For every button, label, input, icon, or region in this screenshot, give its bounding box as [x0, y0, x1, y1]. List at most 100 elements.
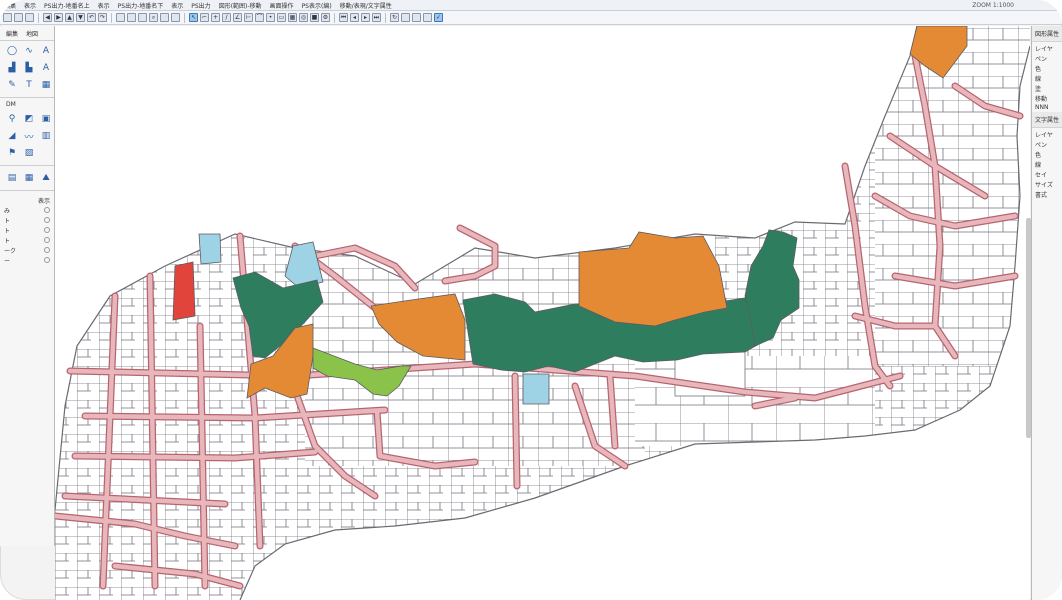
- window-icon[interactable]: ▣: [39, 112, 53, 126]
- property-row[interactable]: ペン: [1032, 138, 1062, 148]
- table-icon[interactable]: ▦: [22, 171, 36, 185]
- visibility-icon[interactable]: [44, 247, 50, 253]
- cut-icon[interactable]: [138, 13, 147, 22]
- measure-tool-icon[interactable]: ⊢: [244, 13, 253, 22]
- layer-row[interactable]: ト: [4, 235, 50, 245]
- pin-icon[interactable]: ⚲: [5, 112, 19, 126]
- undo-icon[interactable]: ↶: [87, 13, 96, 22]
- redo-icon[interactable]: ↷: [98, 13, 107, 22]
- arrow-left-icon[interactable]: ◀: [43, 13, 52, 22]
- text-a-icon[interactable]: A: [39, 61, 53, 75]
- save-icon[interactable]: [25, 13, 34, 22]
- curve-icon[interactable]: ∿: [22, 44, 36, 58]
- visibility-icon[interactable]: [44, 207, 50, 213]
- open-file-icon[interactable]: [14, 13, 23, 22]
- vertical-scrollbar[interactable]: [1026, 218, 1031, 438]
- visibility-icon[interactable]: [44, 227, 50, 233]
- curve-tool-icon[interactable]: ⌒: [255, 13, 264, 22]
- property-row[interactable]: 色: [1032, 148, 1062, 158]
- visibility-icon[interactable]: [44, 237, 50, 243]
- menu-item-7[interactable]: 図形(範囲)-移動: [215, 1, 266, 10]
- arrow-up-icon[interactable]: ▲: [65, 13, 74, 22]
- crosshair-icon[interactable]: +: [211, 13, 220, 22]
- cadastral-map[interactable]: [51, 25, 1031, 600]
- grid2-icon[interactable]: ▤: [5, 171, 19, 185]
- layer-row[interactable]: ト: [4, 215, 50, 225]
- tab-edit[interactable]: 編集: [6, 29, 18, 38]
- map-canvas[interactable]: [51, 25, 1031, 600]
- print-icon[interactable]: [171, 13, 180, 22]
- menu-item-8[interactable]: 画面操作: [266, 1, 298, 10]
- property-row[interactable]: 移動: [1032, 92, 1062, 102]
- text-tool-icon[interactable]: T: [22, 78, 36, 92]
- parcel-red[interactable]: [172, 261, 196, 321]
- property-row[interactable]: 塗: [1032, 82, 1062, 92]
- property-row[interactable]: 書式: [1032, 188, 1062, 198]
- property-row[interactable]: 線: [1032, 72, 1062, 82]
- property-row[interactable]: セイ: [1032, 168, 1062, 178]
- parcel-blue[interactable]: [198, 233, 222, 265]
- layer-row[interactable]: ー: [4, 255, 50, 265]
- layer-tool-icon[interactable]: ■: [310, 13, 319, 22]
- property-row[interactable]: NNN: [1032, 102, 1062, 112]
- layer-row[interactable]: み: [4, 205, 50, 215]
- menu-item-3[interactable]: 表示: [94, 1, 114, 10]
- check-icon[interactable]: ✓: [434, 13, 443, 22]
- table-tool-icon[interactable]: ▦: [288, 13, 297, 22]
- wave-icon[interactable]: 〰: [22, 129, 36, 143]
- map-icon[interactable]: [401, 13, 410, 22]
- property-row[interactable]: 線: [1032, 158, 1062, 168]
- zoom-icon[interactable]: ⌕: [149, 13, 158, 22]
- next-page-icon[interactable]: ▸: [361, 13, 370, 22]
- monitor-icon[interactable]: [412, 13, 421, 22]
- node-tool-icon[interactable]: •: [266, 13, 275, 22]
- property-row[interactable]: レイヤ: [1032, 42, 1062, 52]
- property-row[interactable]: サイズ: [1032, 178, 1062, 188]
- layer-row[interactable]: ト: [4, 225, 50, 235]
- first-page-icon[interactable]: ⏮: [339, 13, 348, 22]
- menu-item-9[interactable]: PS表示(編): [298, 1, 336, 10]
- polyline-tool-icon[interactable]: ∠: [233, 13, 242, 22]
- stairs-icon[interactable]: ▙: [22, 61, 36, 75]
- parcel-blue[interactable]: [522, 373, 550, 405]
- arrow-down-icon[interactable]: ▼: [76, 13, 85, 22]
- visibility-icon[interactable]: [44, 217, 50, 223]
- menu-item-2[interactable]: PS出力-地番名上: [40, 1, 94, 10]
- rect-tool-icon[interactable]: ▭: [277, 13, 286, 22]
- layers-icon[interactable]: ◩: [22, 112, 36, 126]
- prev-page-icon[interactable]: ◂: [350, 13, 359, 22]
- menu-item-0[interactable]: 編集: [0, 1, 20, 10]
- tab-map[interactable]: 地図: [26, 29, 38, 38]
- copy-icon[interactable]: [116, 13, 125, 22]
- menu-item-4[interactable]: PS出力-地番名下: [114, 1, 168, 10]
- text-icon[interactable]: A: [39, 44, 53, 58]
- measure-icon[interactable]: ◢: [5, 129, 19, 143]
- menu-item-5[interactable]: 表示: [167, 1, 187, 10]
- new-file-icon[interactable]: [3, 13, 12, 22]
- parcel-orange[interactable]: [578, 231, 728, 327]
- chart-icon[interactable]: ▟: [5, 61, 19, 75]
- refresh-icon[interactable]: ↻: [390, 13, 399, 22]
- bars-icon[interactable]: ▥: [39, 129, 53, 143]
- line-icon[interactable]: ◯: [5, 44, 19, 58]
- corner-icon[interactable]: ⌐: [200, 13, 209, 22]
- menu-item-10[interactable]: 移動/表現/文字属性: [336, 1, 396, 10]
- globe-icon[interactable]: ◎: [299, 13, 308, 22]
- menu-item-6[interactable]: PS出力: [187, 1, 214, 10]
- flag-icon[interactable]: ⚑: [5, 146, 19, 160]
- grid-tool-icon[interactable]: ▦: [39, 78, 53, 92]
- layer-row[interactable]: ーク: [4, 245, 50, 255]
- grid-icon[interactable]: [160, 13, 169, 22]
- last-page-icon[interactable]: ⏭: [372, 13, 381, 22]
- print-preview-icon[interactable]: [423, 13, 432, 22]
- settings-icon[interactable]: ⚙: [321, 13, 330, 22]
- mountain-icon[interactable]: ⛰: [39, 171, 53, 185]
- property-row[interactable]: ペン: [1032, 52, 1062, 62]
- edit-icon[interactable]: ✎: [5, 78, 19, 92]
- select-pointer-icon[interactable]: ↖: [189, 13, 198, 22]
- paste-icon[interactable]: [127, 13, 136, 22]
- visibility-icon[interactable]: [44, 257, 50, 263]
- property-row[interactable]: レイヤ: [1032, 128, 1062, 138]
- arrow-right-icon[interactable]: ▶: [54, 13, 63, 22]
- line-tool-icon[interactable]: /: [222, 13, 231, 22]
